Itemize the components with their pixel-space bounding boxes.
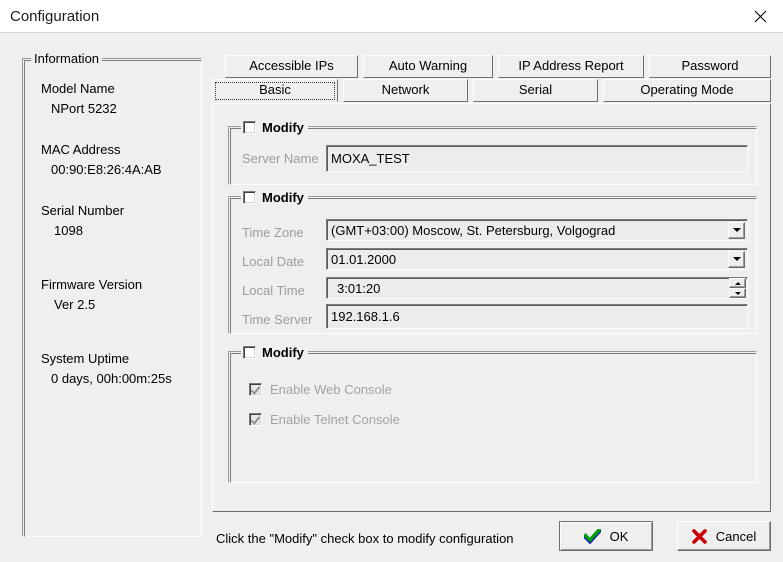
local-time-label: Local Time: [242, 283, 305, 298]
time-server-label: Time Server: [242, 312, 313, 327]
check-icon: [583, 528, 601, 544]
checkbox-box: [243, 190, 256, 204]
close-button[interactable]: [737, 0, 783, 32]
arrow-up-icon: [734, 281, 741, 285]
ok-button-label: OK: [609, 528, 629, 544]
time-settings-groupbox: Modify Time Zone (GMT+03:00) Moscow, St.…: [228, 189, 757, 334]
basic-tab-panel: Modify Server Name MOXA_TEST Modify Time…: [212, 103, 771, 512]
modify-server-name-checkbox[interactable]: Modify: [241, 119, 308, 135]
information-groupbox: Information Model Name NPort 5232 MAC Ad…: [22, 51, 202, 537]
console-groupbox: Modify Enable Web Console Enable Telnet …: [228, 344, 757, 483]
server-name-label: Server Name: [242, 151, 319, 166]
local-date-combobox[interactable]: 01.01.2000: [326, 248, 748, 270]
checkbox-box: [243, 345, 256, 359]
checkbox-box: [249, 413, 262, 426]
cancel-button[interactable]: Cancel: [677, 521, 771, 551]
tab-accessible-ips[interactable]: Accessible IPs: [225, 55, 358, 78]
arrow-down-icon: [734, 291, 741, 295]
info-label-system-uptime: System Uptime: [41, 351, 130, 366]
enable-web-console-checkbox[interactable]: Enable Web Console: [249, 382, 392, 397]
close-icon: [754, 10, 767, 23]
tab-operating-mode[interactable]: Operating Mode: [603, 79, 771, 102]
local-time-input[interactable]: 3:01:20: [326, 277, 748, 299]
info-label-serial-number: Serial Number: [41, 203, 125, 218]
chevron-down-icon: [732, 228, 741, 232]
time-server-input[interactable]: 192.168.1.6: [326, 304, 748, 329]
spinner-up-button[interactable]: [729, 278, 746, 288]
local-date-value: 01.01.2000: [331, 251, 397, 267]
ok-button[interactable]: OK: [559, 521, 653, 551]
info-value-mac-address: 00:90:E8:26:4A:AB: [51, 162, 162, 177]
spinner-down-button[interactable]: [729, 288, 746, 298]
time-zone-value: (GMT+03:00) Moscow, St. Petersburg, Volg…: [331, 222, 616, 238]
enable-telnet-console-checkbox[interactable]: Enable Telnet Console: [249, 412, 400, 427]
tab-ip-address-report[interactable]: IP Address Report: [498, 55, 644, 78]
modify-console-checkbox[interactable]: Modify: [241, 344, 308, 360]
local-date-label: Local Date: [242, 254, 305, 269]
tab-network[interactable]: Network: [343, 79, 468, 102]
server-name-input[interactable]: MOXA_TEST: [326, 145, 748, 172]
checkbox-box: [249, 383, 262, 396]
tab-serial[interactable]: Serial: [473, 79, 598, 102]
chevron-down-icon: [732, 257, 741, 261]
time-zone-dropdown-button[interactable]: [728, 221, 745, 239]
info-value-firmware-version: Ver 2.5: [54, 297, 96, 312]
window-body: Information Model Name NPort 5232 MAC Ad…: [0, 33, 783, 562]
info-label-firmware-version: Firmware Version: [41, 277, 143, 292]
tab-password[interactable]: Password: [649, 55, 771, 78]
tab-basic[interactable]: Basic: [212, 79, 338, 102]
info-label-model-name: Model Name: [41, 81, 115, 96]
checkbox-box: [243, 120, 256, 134]
info-label-mac-address: MAC Address: [41, 142, 121, 157]
server-name-groupbox: Modify Server Name MOXA_TEST: [228, 119, 757, 185]
info-value-serial-number: 1098: [54, 223, 83, 238]
modify-time-checkbox[interactable]: Modify: [241, 189, 308, 205]
footer-hint: Click the "Modify" check box to modify c…: [216, 531, 514, 546]
window-title: Configuration: [10, 8, 100, 25]
time-zone-label: Time Zone: [242, 225, 304, 240]
x-icon: [691, 528, 707, 544]
cancel-button-label: Cancel: [715, 528, 757, 544]
time-zone-combobox[interactable]: (GMT+03:00) Moscow, St. Petersburg, Volg…: [326, 219, 748, 241]
info-value-model-name: NPort 5232: [51, 101, 117, 116]
info-value-system-uptime: 0 days, 00h:00m:25s: [51, 371, 172, 386]
tab-strip: Accessible IPs Auto Warning IP Address R…: [212, 55, 771, 107]
information-legend: Information: [31, 51, 103, 66]
tab-auto-warning[interactable]: Auto Warning: [363, 55, 493, 78]
local-date-dropdown-button[interactable]: [728, 250, 745, 268]
title-bar: Configuration: [0, 0, 783, 33]
local-time-spinner[interactable]: [729, 278, 746, 298]
